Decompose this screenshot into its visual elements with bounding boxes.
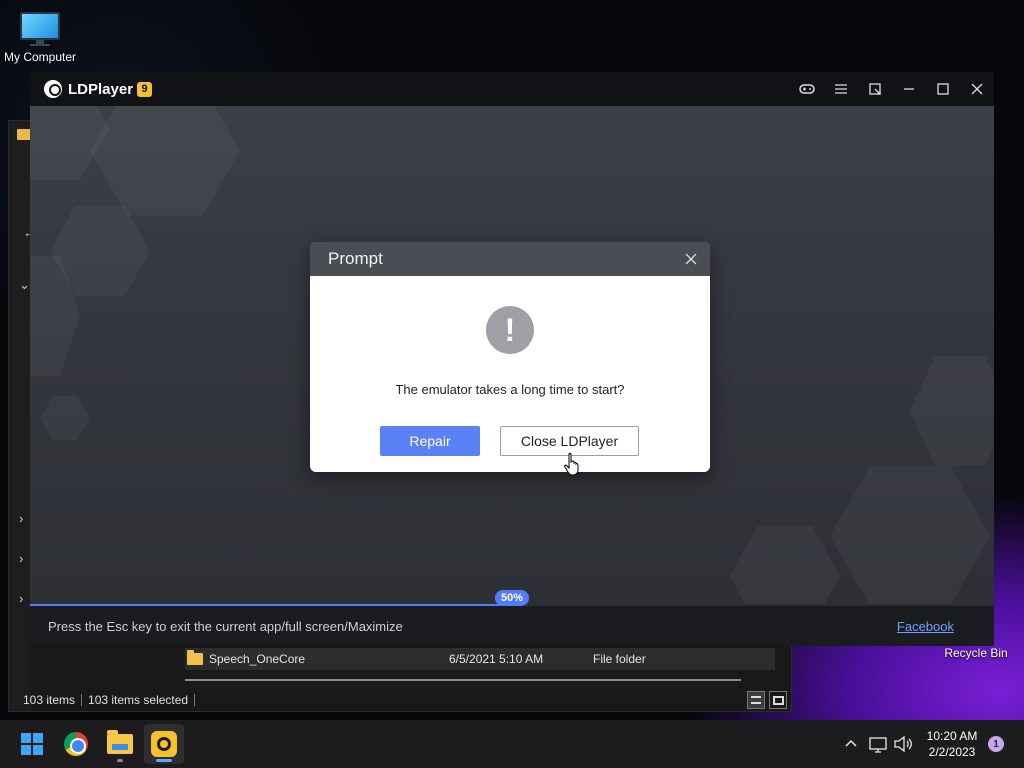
desktop-icon-recycle-bin[interactable]: Recycle Bin xyxy=(940,646,1012,660)
folder-icon xyxy=(187,650,203,665)
monitor-icon xyxy=(18,12,62,46)
menu-icon xyxy=(835,84,847,94)
chevron-right-icon[interactable]: › xyxy=(19,591,23,606)
minimize-button[interactable] xyxy=(892,72,926,106)
hand-cursor-icon xyxy=(564,452,579,476)
notification-badge[interactable]: 1 xyxy=(988,736,1004,752)
background-hexagon xyxy=(830,466,990,604)
chevron-right-icon[interactable]: › xyxy=(19,511,23,526)
volume-icon[interactable] xyxy=(892,733,914,755)
network-icon[interactable] xyxy=(866,733,892,755)
tiles-view-button[interactable] xyxy=(769,691,787,709)
background-hexagon xyxy=(90,106,240,216)
horizontal-scrollbar[interactable] xyxy=(185,679,741,681)
system-tray xyxy=(840,720,914,768)
background-hexagon xyxy=(40,396,90,440)
chevron-right-icon[interactable]: › xyxy=(19,551,23,566)
file-date: 6/5/2021 5:10 AM xyxy=(449,652,544,666)
maximize-icon xyxy=(937,83,949,95)
app-title: LDPlayer xyxy=(68,80,134,98)
desktop-icon-my-computer[interactable]: My Computer xyxy=(0,8,80,64)
tiles-view-icon xyxy=(772,695,784,705)
close-icon xyxy=(685,253,697,265)
desktop-icon-label: My Computer xyxy=(3,50,77,64)
dialog-header: Prompt xyxy=(310,242,710,276)
footer-hint: Press the Esc key to exit the current ap… xyxy=(48,618,403,634)
gamepad-button[interactable] xyxy=(790,72,824,106)
loading-progress-badge: 50% xyxy=(494,590,530,606)
taskbar-clock[interactable]: 10:20 AM 2/2/2023 xyxy=(918,728,986,760)
dialog-title: Prompt xyxy=(328,249,383,268)
exclamation-icon: ! xyxy=(486,306,534,354)
file-list-row[interactable]: Speech_OneCore 6/5/2021 5:10 AM File fol… xyxy=(185,648,775,670)
version-badge: 9 xyxy=(137,81,153,97)
details-view-button[interactable] xyxy=(747,691,765,709)
prompt-dialog: Prompt ! The emulator takes a long time … xyxy=(310,242,710,472)
ldplayer-logo-icon xyxy=(44,80,62,98)
ldplayer-icon xyxy=(151,731,177,757)
details-view-icon xyxy=(751,696,761,704)
resize-button[interactable] xyxy=(858,72,892,106)
explorer-nav-strip xyxy=(9,121,31,711)
taskbar-ldplayer[interactable] xyxy=(144,724,184,764)
gamepad-icon xyxy=(799,84,815,94)
maximize-button[interactable] xyxy=(926,72,960,106)
file-type: File folder xyxy=(593,652,646,666)
taskbar-file-explorer[interactable] xyxy=(100,724,140,764)
resize-icon xyxy=(869,83,881,95)
chrome-icon xyxy=(64,732,88,756)
selected-count: 103 items selected xyxy=(88,693,189,707)
taskbar-chrome[interactable] xyxy=(56,724,96,764)
desktop-icon-label: Recycle Bin xyxy=(944,646,1008,660)
ldplayer-title-bar[interactable]: LDPlayer 9 xyxy=(30,72,994,106)
ldplayer-window: LDPlayer 9 50% Press the Esc key to exit… xyxy=(30,72,994,646)
close-window-button[interactable] xyxy=(960,72,994,106)
windows-start-icon xyxy=(21,733,43,755)
background-hexagon xyxy=(910,356,994,466)
repair-button[interactable]: Repair xyxy=(380,426,480,456)
clock-date: 2/2/2023 xyxy=(928,745,976,759)
dialog-message: The emulator takes a long time to start? xyxy=(395,382,625,397)
file-name: Speech_OneCore xyxy=(209,652,306,666)
explorer-status-bar: 103 items 103 items selected xyxy=(23,693,196,707)
facebook-link[interactable]: Facebook xyxy=(897,619,954,634)
ldplayer-footer: Press the Esc key to exit the current ap… xyxy=(30,606,994,646)
menu-button[interactable] xyxy=(824,72,858,106)
chevron-down-icon[interactable]: ⌄ xyxy=(19,277,30,293)
background-hexagon xyxy=(730,526,840,604)
start-button[interactable] xyxy=(12,724,52,764)
chevron-up-icon[interactable] xyxy=(840,733,862,755)
minimize-icon xyxy=(904,88,914,90)
file-explorer-icon xyxy=(107,730,133,754)
taskbar: 10:20 AM 2/2/2023 xyxy=(0,720,1024,768)
close-icon xyxy=(971,83,983,95)
item-count: 103 items xyxy=(23,693,76,707)
clock-time: 10:20 AM xyxy=(926,729,978,743)
dialog-close-button[interactable] xyxy=(682,250,700,268)
folder-icon xyxy=(17,129,31,140)
